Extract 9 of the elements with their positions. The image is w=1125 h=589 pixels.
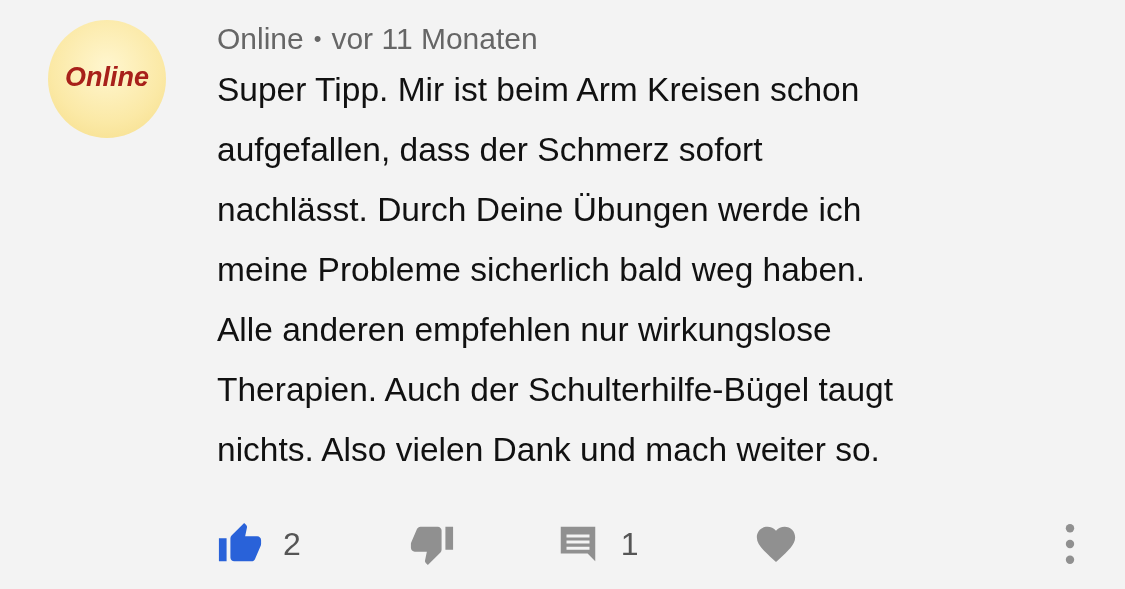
comment-time: vor 11 Monaten	[331, 22, 538, 56]
avatar-logo-text: Online	[65, 61, 149, 93]
like-count: 2	[283, 525, 301, 563]
more-menu-button[interactable]	[1065, 523, 1075, 565]
separator: •	[313, 26, 322, 52]
comment-text: Super Tipp. Mir ist beim Arm Kreisen schon aufgefallen, dass der Schmerz sofort nachlässt. Durch Deine Übungen werde ich meine Probleme sicherlich bald weg haben. Alle anderen empfehlen nur wirkungslose Therapien. Auch der Schulterhilfe-Bügel taugt nichts. Also vielen Dank und mach weiter so.	[217, 70, 894, 470]
author-name[interactable]: Online	[217, 22, 304, 56]
avatar[interactable]: Online	[48, 20, 166, 138]
reply-count: 1	[620, 525, 639, 563]
